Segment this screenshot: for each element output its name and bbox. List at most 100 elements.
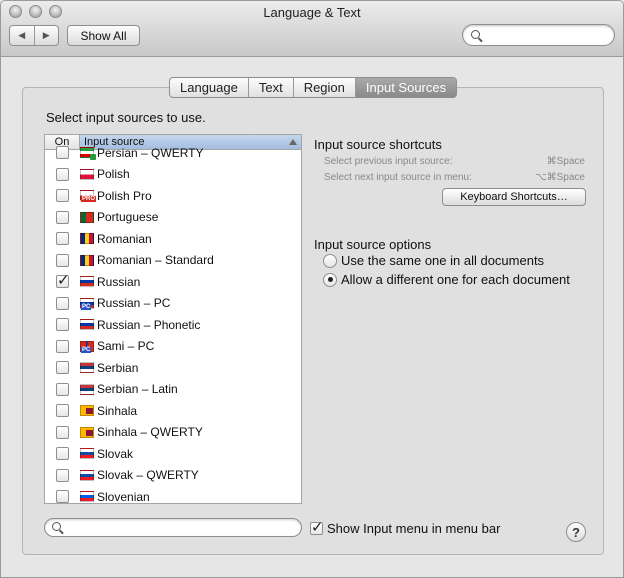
preferences-window: Language & Text ◀ ▶ Show All Language Te… (0, 0, 624, 578)
show-input-menu-checkbox[interactable] (310, 518, 324, 536)
enable-source-checkbox[interactable] (56, 167, 69, 181)
input-source-name: Slovak – QWERTY (97, 468, 199, 483)
enable-source-checkbox[interactable] (56, 232, 69, 246)
checkbox-cell (45, 253, 80, 267)
table-row[interactable]: Persian – QWERTY (45, 142, 301, 164)
input-source-name: Polish (97, 167, 130, 182)
show-input-menu-option[interactable]: Show Input menu in menu bar (310, 518, 501, 536)
enable-source-checkbox[interactable] (56, 189, 69, 203)
input-source-name: Sinhala – QWERTY (97, 425, 203, 440)
tab-input-sources[interactable]: Input Sources (354, 78, 457, 97)
slovak-flag-icon (80, 469, 94, 481)
input-source-name: Polish Pro (97, 188, 152, 203)
checkbox-cell (45, 167, 80, 181)
input-source-name: Sami – PC (97, 339, 155, 354)
enable-source-checkbox[interactable] (56, 361, 69, 375)
sinhala-flag-icon (80, 405, 94, 417)
table-row[interactable]: Sinhala (45, 400, 301, 422)
keyboard-shortcuts-button[interactable]: Keyboard Shortcuts… (442, 188, 586, 206)
radio-same-for-all-documents[interactable]: Use the same one in all documents (323, 253, 544, 268)
input-source-name: Sinhala (97, 403, 138, 418)
instruction-text: Select input sources to use. (46, 110, 206, 125)
radio-different-per-document[interactable]: Allow a different one for each document (323, 272, 570, 287)
back-button[interactable]: ◀ (10, 26, 34, 45)
table-row[interactable]: Portuguese (45, 207, 301, 229)
enable-source-checkbox[interactable] (56, 318, 69, 332)
table-row[interactable]: Slovak (45, 443, 301, 465)
preferences-search-field[interactable] (462, 24, 615, 46)
table-row[interactable]: Russian – Phonetic (45, 314, 301, 336)
radio-button-different[interactable] (323, 272, 337, 287)
enable-source-checkbox[interactable] (56, 339, 69, 353)
enable-source-checkbox[interactable] (56, 468, 69, 482)
serbian-flag-icon (80, 383, 94, 395)
tab-text[interactable]: Text (247, 78, 293, 97)
slovenian-flag-icon (80, 491, 94, 503)
input-source-name: Serbian (97, 360, 139, 375)
enable-source-checkbox[interactable] (56, 146, 69, 160)
enable-source-checkbox[interactable] (56, 271, 70, 289)
checkbox-cell (45, 232, 80, 246)
search-icon (52, 522, 61, 531)
table-row[interactable]: PRO Polish Pro (45, 185, 301, 207)
enable-source-checkbox[interactable] (56, 382, 69, 396)
checkbox-cell (45, 361, 80, 375)
input-source-name: Serbian – Latin (97, 382, 178, 397)
next-source-shortcut-label: Select next input source in menu: (324, 172, 472, 183)
forward-arrow-icon: ▶ (42, 30, 50, 40)
input-source-name: Persian – QWERTY (97, 145, 204, 160)
table-row[interactable]: Polish (45, 164, 301, 186)
table-row[interactable]: Slovenian (45, 486, 301, 503)
russian-flag-icon (80, 276, 94, 288)
help-button[interactable]: ? (566, 522, 586, 542)
table-row[interactable]: Serbian (45, 357, 301, 379)
sinhala-flag-icon (80, 426, 94, 438)
enable-source-checkbox[interactable] (56, 490, 69, 503)
checkbox-cell (45, 210, 80, 224)
input-source-name: Russian – PC (97, 296, 171, 311)
show-all-button[interactable]: Show All (67, 25, 140, 46)
table-row[interactable]: Serbian – Latin (45, 379, 301, 401)
romanian-flag-icon (80, 254, 94, 266)
show-input-menu-label: Show Input menu in menu bar (327, 521, 501, 536)
enable-source-checkbox[interactable] (56, 253, 69, 267)
romanian-flag-icon (80, 233, 94, 245)
radio-button-same[interactable] (323, 253, 337, 268)
table-row[interactable]: Slovak – QWERTY (45, 465, 301, 487)
enable-source-checkbox[interactable] (56, 404, 69, 418)
checkbox-cell (45, 490, 80, 503)
table-row[interactable]: Romanian – Standard (45, 250, 301, 272)
enable-source-checkbox[interactable] (56, 447, 69, 461)
input-source-name: Romanian (97, 231, 152, 246)
tab-region[interactable]: Region (292, 78, 355, 97)
tab-language[interactable]: Language (170, 78, 248, 97)
russian-flag-icon (80, 319, 94, 331)
enable-source-checkbox[interactable] (56, 210, 69, 224)
enable-source-checkbox[interactable] (56, 425, 69, 439)
checkbox-cell (45, 146, 80, 160)
table-row[interactable]: Russian (45, 271, 301, 293)
radio-same-label: Use the same one in all documents (341, 253, 545, 268)
polish-pro-flag-icon: PRO (80, 190, 97, 203)
table-body[interactable]: Persian – QWERTY Polish PRO Polish Pro Portu… (45, 142, 301, 503)
input-source-name: Romanian – Standard (97, 253, 214, 268)
checkbox-cell (45, 468, 80, 482)
prev-source-shortcut-key: ⌘Space (546, 156, 585, 167)
tab-bar: Language Text Region Input Sources (169, 77, 458, 98)
polish-flag-icon (80, 168, 94, 180)
keyboard-badge-icon (90, 154, 96, 161)
input-source-search-field[interactable] (44, 518, 302, 537)
forward-button[interactable]: ▶ (33, 26, 59, 45)
table-row[interactable]: Sinhala – QWERTY (45, 422, 301, 444)
pc-badge-icon: PC (81, 303, 92, 310)
table-row[interactable]: Romanian (45, 228, 301, 250)
table-row[interactable]: PC Sami – PC (45, 336, 301, 358)
enable-source-checkbox[interactable] (56, 296, 69, 310)
sami-flag-icon: PC (80, 340, 94, 353)
checkbox-cell (45, 339, 80, 353)
table-row[interactable]: PC Russian – PC (45, 293, 301, 315)
pc-badge-icon: PC (81, 346, 92, 353)
input-source-name: Slovak (97, 446, 134, 461)
checkbox-cell (45, 425, 80, 439)
input-source-name: Portuguese (97, 210, 159, 225)
